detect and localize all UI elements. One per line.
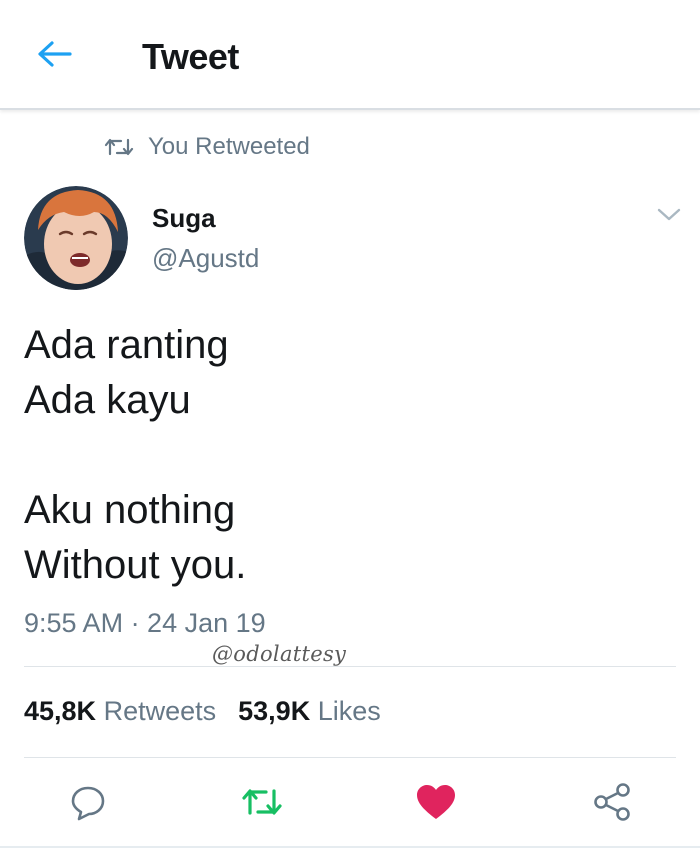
retweet-context-label: You Retweeted — [148, 133, 310, 160]
likes-stat[interactable]: 53,9K Likes — [238, 696, 381, 727]
share-icon — [594, 783, 630, 821]
likes-label: Likes — [317, 696, 381, 726]
top-app-bar: Tweet — [0, 0, 700, 110]
page-title: Tweet — [142, 36, 239, 77]
retweet-icon — [242, 789, 282, 815]
share-button[interactable] — [590, 780, 634, 824]
retweets-label: Retweets — [103, 696, 217, 726]
retweet-context: You Retweeted — [104, 132, 310, 162]
reply-button[interactable] — [66, 780, 110, 824]
avatar[interactable] — [24, 186, 128, 290]
tweet-line-break — [24, 428, 664, 483]
chevron-down-icon — [657, 208, 681, 221]
tweet-timestamp[interactable]: 9:55 AM · 24 Jan 19 — [24, 608, 266, 639]
bottom-border — [0, 846, 700, 848]
retweets-stat[interactable]: 45,8K Retweets — [24, 696, 216, 727]
divider — [24, 757, 676, 758]
heart-icon — [417, 785, 455, 819]
tweet-line: Ada kayu — [24, 378, 191, 422]
tweet-line: Aku nothing — [24, 488, 236, 532]
profile-photo — [24, 186, 128, 290]
divider — [24, 666, 676, 667]
back-button[interactable] — [34, 38, 74, 70]
tweet-stats: 45,8K Retweets 53,9K Likes — [24, 696, 381, 727]
watermark: @odolattesy — [212, 642, 347, 666]
retweet-button[interactable] — [240, 780, 284, 824]
retweet-icon — [104, 138, 134, 156]
reply-icon — [71, 786, 105, 821]
action-bar — [0, 770, 700, 834]
author-handle[interactable]: @Agustd — [152, 243, 259, 274]
tweet-text: Ada ranting Ada kayu Aku nothing Without… — [24, 318, 664, 593]
tweet-line: Ada ranting — [24, 323, 229, 367]
author-name[interactable]: Suga — [152, 203, 216, 234]
retweets-count: 45,8K — [24, 696, 97, 726]
tweet-line: Without you. — [24, 543, 247, 587]
like-button[interactable] — [414, 780, 458, 824]
likes-count: 53,9K — [238, 696, 311, 726]
tweet-menu-button[interactable] — [652, 200, 686, 228]
arrow-left-icon — [38, 41, 72, 67]
